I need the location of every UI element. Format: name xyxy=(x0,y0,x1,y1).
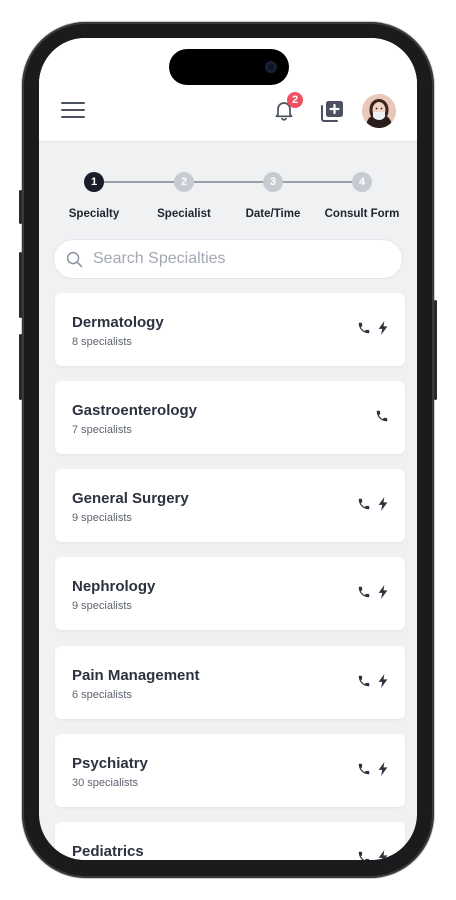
availability-icons xyxy=(357,585,389,599)
specialty-name: Pain Management xyxy=(72,667,200,684)
step-2-indicator[interactable]: 2 xyxy=(174,172,194,192)
phone-icon xyxy=(358,586,370,598)
notification-badge: 2 xyxy=(287,92,303,108)
step-connector xyxy=(282,181,352,183)
lightning-icon xyxy=(378,585,388,599)
booking-stepper: 1 2 3 4 Specialty Specialist Date/Time C… xyxy=(39,168,417,228)
specialty-name: Nephrology xyxy=(72,578,156,595)
step-4-indicator[interactable]: 4 xyxy=(352,172,372,192)
search-icon xyxy=(66,251,83,267)
availability-icons xyxy=(357,762,389,776)
dynamic-island xyxy=(169,49,289,85)
step-1-indicator[interactable]: 1 xyxy=(84,172,104,192)
phone-icon xyxy=(358,498,370,510)
availability-icons xyxy=(375,409,389,423)
availability-icons xyxy=(357,850,389,860)
avatar-image xyxy=(362,94,396,128)
lightning-icon xyxy=(378,762,388,776)
step-4-label[interactable]: Consult Form xyxy=(312,208,412,220)
step-connector xyxy=(103,181,175,183)
power-button xyxy=(434,300,437,400)
specialty-card-gastroenterology[interactable]: Gastroenterology 7 specialists xyxy=(55,381,405,454)
add-consult-button[interactable] xyxy=(319,98,345,124)
menu-icon-line xyxy=(61,116,85,118)
search-input[interactable] xyxy=(93,250,383,268)
step-2-label[interactable]: Specialist xyxy=(134,208,234,220)
phone-icon xyxy=(358,322,370,334)
volume-up-button xyxy=(19,252,22,318)
lightning-icon xyxy=(378,850,388,860)
specialist-count: 7 specialists xyxy=(72,424,132,436)
volume-down-button xyxy=(19,334,22,400)
lightning-icon xyxy=(378,497,388,511)
phone-icon xyxy=(358,763,370,775)
step-3-label[interactable]: Date/Time xyxy=(223,208,323,220)
add-card-icon xyxy=(321,101,343,122)
search-bar xyxy=(53,239,403,279)
step-1-label[interactable]: Specialty xyxy=(44,208,144,220)
menu-icon xyxy=(61,102,85,104)
specialist-count: 30 specialists xyxy=(72,777,139,789)
specialty-name: Gastroenterology xyxy=(72,402,198,419)
specialty-card-pain-management[interactable]: Pain Management 6 specialists xyxy=(55,646,405,719)
specialty-card-dermatology[interactable]: Dermatology 8 specialists xyxy=(55,293,405,366)
specialist-count: 8 specialists xyxy=(72,336,132,348)
specialty-card-psychiatry[interactable]: Psychiatry 30 specialists xyxy=(55,734,405,807)
menu-icon-line xyxy=(61,109,85,111)
avatar[interactable] xyxy=(362,94,396,128)
lightning-icon xyxy=(378,674,388,688)
specialty-card-nephrology[interactable]: Nephrology 9 specialists xyxy=(55,557,405,630)
camera-icon xyxy=(265,61,277,73)
phone-icon xyxy=(358,675,370,687)
specialist-count: 9 specialists xyxy=(72,512,132,524)
specialist-count: 9 specialists xyxy=(72,600,132,612)
specialty-name: Psychiatry xyxy=(72,755,148,772)
action-button xyxy=(19,190,22,224)
availability-icons xyxy=(357,497,389,511)
availability-icons xyxy=(357,321,389,335)
specialty-name: Dermatology xyxy=(72,314,164,331)
availability-icons xyxy=(357,674,389,688)
menu-button[interactable] xyxy=(61,101,85,119)
step-connector xyxy=(193,181,264,183)
lightning-icon xyxy=(378,321,388,335)
specialty-name: Pediatrics xyxy=(72,843,144,860)
specialty-card-pediatrics[interactable]: Pediatrics xyxy=(55,822,405,860)
specialty-name: General Surgery xyxy=(72,490,189,507)
phone-icon xyxy=(358,851,370,860)
specialist-count: 6 specialists xyxy=(72,689,132,701)
step-3-indicator[interactable]: 3 xyxy=(263,172,283,192)
app-screen: 2 1 2 3 4 Specialty Specialist Date/Time… xyxy=(39,38,417,860)
specialty-card-general-surgery[interactable]: General Surgery 9 specialists xyxy=(55,469,405,542)
phone-icon xyxy=(376,410,388,422)
